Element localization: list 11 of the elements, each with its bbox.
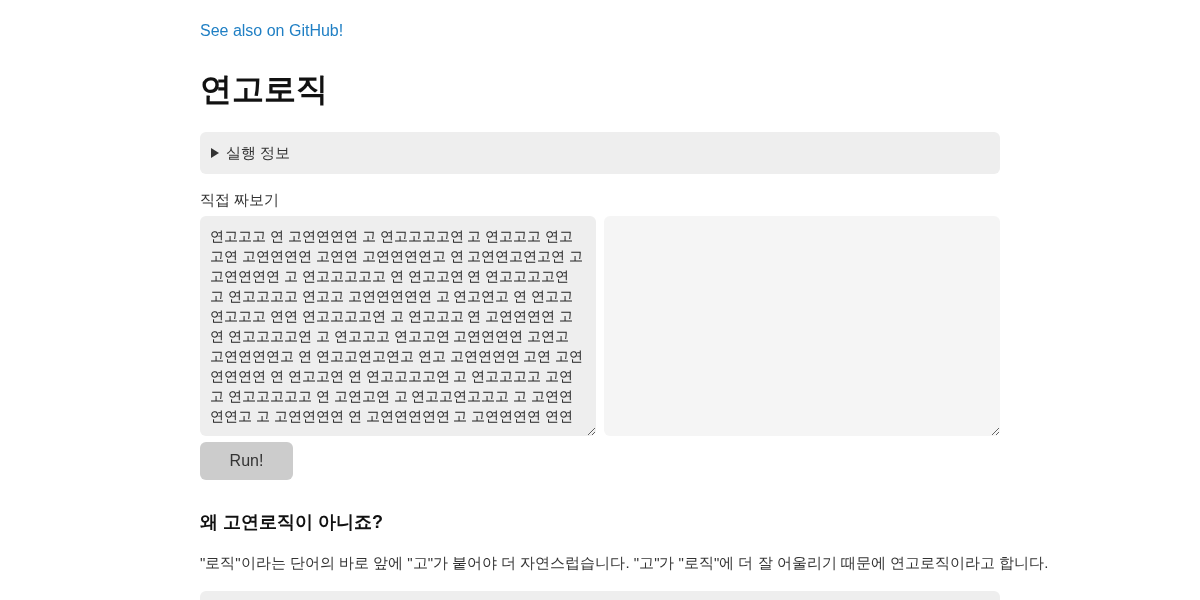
- page-title: 연고로직: [200, 70, 328, 109]
- triangle-icon: [210, 148, 220, 158]
- output-field[interactable]: [604, 216, 1000, 436]
- code-input-field[interactable]: 연고고고 연 고연연연연 고 연고고고고연 고 연고고고 연고 고연 고연연연연 고연연 고연연연연고 연 고연연고연고연 고 고연연연연 고 연고고고고고 연 연고고연 연 연고고고고연 고 연고고고고 연고고 고연연연연연 고 연고연고 연 연고고 연고고고 연연 연고고고고연 고 연고고고 연 고연연연연 고 연 연고고고고연 고 연고고고 연고고연 고연연연연 고연고 고연연연연고 연 연고고연고연고 연고 고연연연연 고연 고연 연연연연 연 연고고연 연 연고고고고연 고 연고고고고 고연 고 연고고고고고 연 고연고연 고 연고고연고고고 고 고연연 연연고 고 고연연연연 연 고연연연연연 고 고연연연연 연연: [200, 216, 596, 436]
- faq-paragraph: "로직"이라는 단어의 바로 앞에 "고"가 붙어야 더 자연스럽습니다. "고"가 "로직"에 더 잘 어울리기 때문에 연고로직이라고 합니다.: [200, 553, 1049, 573]
- faq-heading: 왜 고연로직이 아니죠?: [200, 511, 383, 534]
- github-link[interactable]: See also on GitHub!: [200, 19, 344, 43]
- run-button[interactable]: Run!: [200, 442, 293, 480]
- run-info-summary[interactable]: 실행 정보: [200, 132, 1000, 174]
- summary-label: 실행 정보: [226, 142, 291, 163]
- editor-label: 직접 짜보기: [200, 190, 280, 210]
